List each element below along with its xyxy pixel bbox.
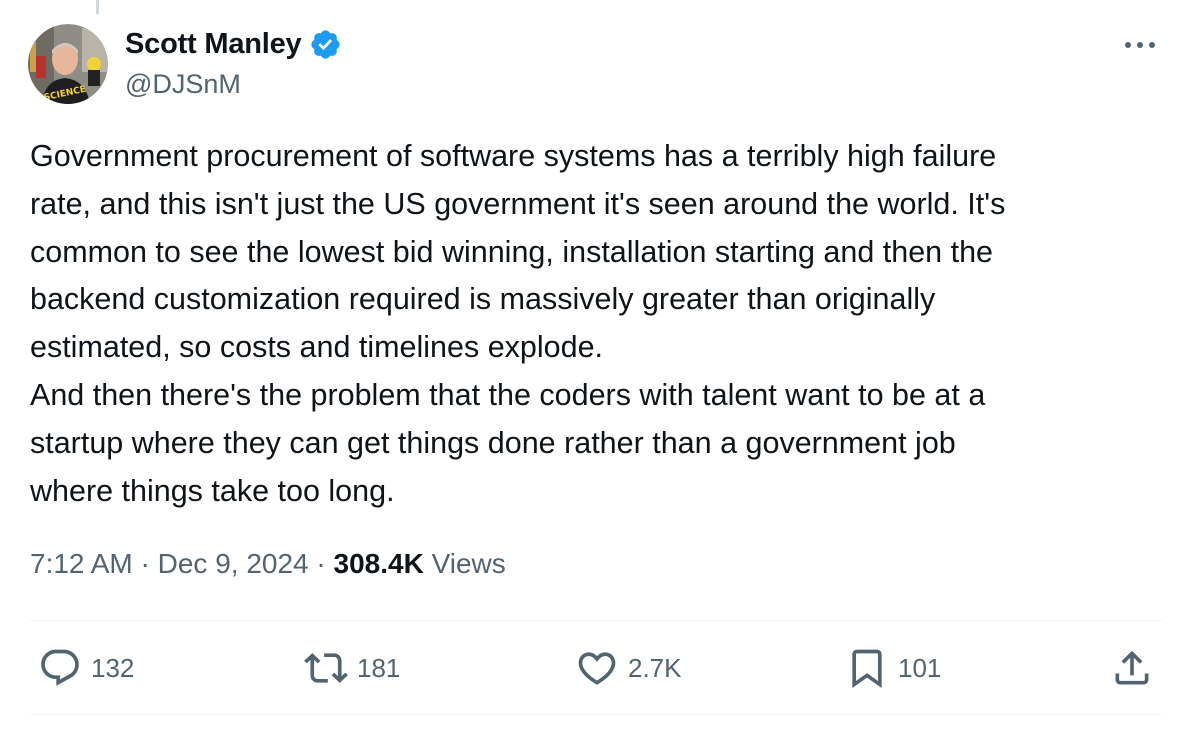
views-count[interactable]: 308.4K (334, 548, 424, 579)
bookmark-button[interactable]: 101 (845, 646, 941, 690)
reply-button[interactable]: 132 (38, 646, 134, 690)
heart-icon (578, 652, 616, 685)
tweet-paragraph: Government procurement of software syste… (30, 139, 1006, 365)
views-label: Views (431, 548, 506, 579)
author-name-row: Scott Manley (125, 28, 342, 61)
verified-badge-icon[interactable] (309, 28, 342, 61)
tweet-date[interactable]: Dec 9, 2024 (158, 548, 309, 579)
tweet-paragraph: And then there's the problem that the co… (30, 377, 986, 508)
thread-connector-line (96, 0, 99, 14)
like-count: 2.7K (628, 652, 682, 683)
meta-separator: · (140, 548, 150, 579)
more-options-button[interactable] (1118, 30, 1162, 60)
bookmark-count: 101 (898, 652, 942, 683)
divider (30, 714, 1162, 715)
avatar[interactable]: SCIENCE (28, 24, 108, 104)
reply-count: 132 (91, 652, 135, 683)
author-name[interactable]: Scott Manley (125, 28, 302, 61)
bookmark-icon (852, 649, 882, 689)
more-horizontal-icon (1125, 42, 1155, 48)
avatar-image: SCIENCE (28, 24, 108, 104)
tweet-meta: 7:12 AM · Dec 9, 2024 · 308.4K Views (30, 548, 506, 580)
like-button[interactable]: 2.7K (575, 646, 682, 690)
meta-separator: · (316, 548, 326, 579)
repost-icon (304, 653, 348, 683)
tweet-text: Government procurement of software syste… (30, 133, 1160, 515)
share-button[interactable] (1110, 646, 1154, 690)
divider (30, 620, 1162, 621)
reply-bubble-icon (41, 649, 79, 686)
tweet-time[interactable]: 7:12 AM (30, 548, 133, 579)
repost-button[interactable]: 181 (304, 646, 400, 690)
author-handle[interactable]: @DJSnM (125, 69, 241, 100)
share-icon (1115, 650, 1149, 685)
repost-count: 181 (357, 652, 401, 683)
